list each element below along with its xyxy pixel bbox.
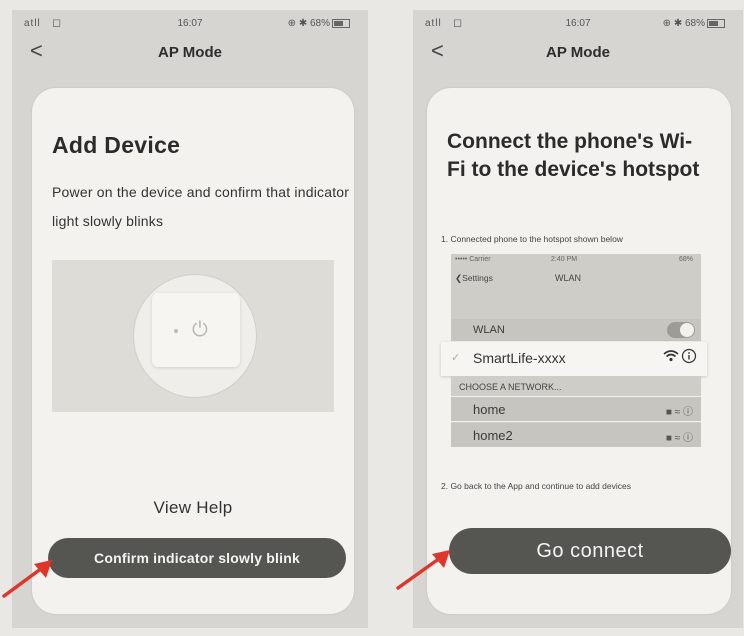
network-row[interactable]: home2 ■ ≈ ⓘ xyxy=(451,422,701,447)
view-help-link[interactable]: View Help xyxy=(32,498,354,518)
wlan-title: WLAN xyxy=(555,273,582,283)
wlan-toggle[interactable] xyxy=(667,322,695,338)
device-illustration: ⏻ xyxy=(52,260,334,412)
battery-percent: 68% xyxy=(684,18,705,29)
battery-percent: 68% xyxy=(309,18,330,29)
lock-wifi-info-icon: ■ ≈ ⓘ xyxy=(665,433,693,444)
battery-icon xyxy=(707,18,725,28)
page-title: AP Mode xyxy=(158,44,222,61)
nav-bar: < AP Mode xyxy=(12,36,368,70)
go-connect-button[interactable]: Go connect xyxy=(449,528,731,574)
connect-heading: Connect the phone's Wi-Fi to the device'… xyxy=(447,130,700,181)
add-device-screen: atll ◻ 16:07 ⊕ ✱ 68% < AP Mode Add Devic… xyxy=(12,10,368,628)
wlan-settings-illustration: ••••• Carrier 2:40 PM 68% ❮Settings WLAN… xyxy=(441,254,707,466)
choose-network-label: CHOOSE A NETWORK... xyxy=(459,382,562,392)
settings-back-link[interactable]: ❮Settings xyxy=(455,273,493,284)
step-1-text: 1. Connected phone to the hotspot shown … xyxy=(441,234,623,244)
step-2-text: 2. Go back to the App and continue to ad… xyxy=(441,481,631,491)
wlan-label: WLAN xyxy=(473,324,505,336)
choose-network-header: CHOOSE A NETWORK... xyxy=(451,376,701,396)
wlan-status-time: 2:40 PM xyxy=(551,256,578,263)
battery-status: ⊕ ✱ 68% xyxy=(663,18,725,29)
status-bar: atll ◻ 16:07 ⊕ ✱ 68% xyxy=(413,10,743,36)
wifi-signal-info-icon xyxy=(663,348,697,364)
connect-hotspot-screen: atll ◻ 16:07 ⊕ ✱ 68% < AP Mode Connect t… xyxy=(413,10,743,628)
settings-back-label: Settings xyxy=(462,273,493,283)
network-name: home xyxy=(473,402,506,417)
status-bar: atll ◻ 16:07 ⊕ ✱ 68% xyxy=(12,10,368,36)
red-arrow-icon xyxy=(396,550,450,590)
check-icon: ✓ xyxy=(451,352,461,364)
power-icon: ⏻ xyxy=(192,319,208,341)
selected-network-name: SmartLife-xxxx xyxy=(473,350,566,366)
indicator-light xyxy=(174,329,178,333)
page-title: AP Mode xyxy=(546,44,610,61)
device-zoom-circle: ⏻ xyxy=(133,274,257,398)
battery-status: ⊕ ✱ 68% xyxy=(288,18,350,29)
network-name: home2 xyxy=(473,428,513,443)
add-device-heading: Add Device xyxy=(52,132,181,158)
selected-network-row[interactable]: ✓ SmartLife-xxxx xyxy=(441,342,707,376)
wlan-nav-bar: ❮Settings WLAN xyxy=(451,267,701,319)
battery-icon xyxy=(332,18,350,28)
network-row[interactable]: home ■ ≈ ⓘ xyxy=(451,397,701,421)
red-arrow-icon xyxy=(2,560,52,598)
wlan-status-bar: ••••• Carrier 2:40 PM 68% xyxy=(451,254,701,267)
lock-wifi-info-icon: ■ ≈ ⓘ xyxy=(665,407,693,418)
add-device-description: Power on the device and confirm that ind… xyxy=(52,184,350,229)
confirm-indicator-button[interactable]: Confirm indicator slowly blink xyxy=(48,538,346,578)
content-card: Add Device Power on the device and confi… xyxy=(32,88,354,614)
device-image: ⏻ xyxy=(152,293,240,367)
wlan-toggle-row: WLAN xyxy=(451,319,701,341)
wlan-status-battery: 68% xyxy=(678,256,693,263)
content-card: Connect the phone's Wi-Fi to the device'… xyxy=(427,88,731,614)
wifi-info-icon xyxy=(663,348,697,368)
carrier-label: ••••• Carrier xyxy=(455,256,491,263)
nav-bar: < AP Mode xyxy=(413,36,743,70)
